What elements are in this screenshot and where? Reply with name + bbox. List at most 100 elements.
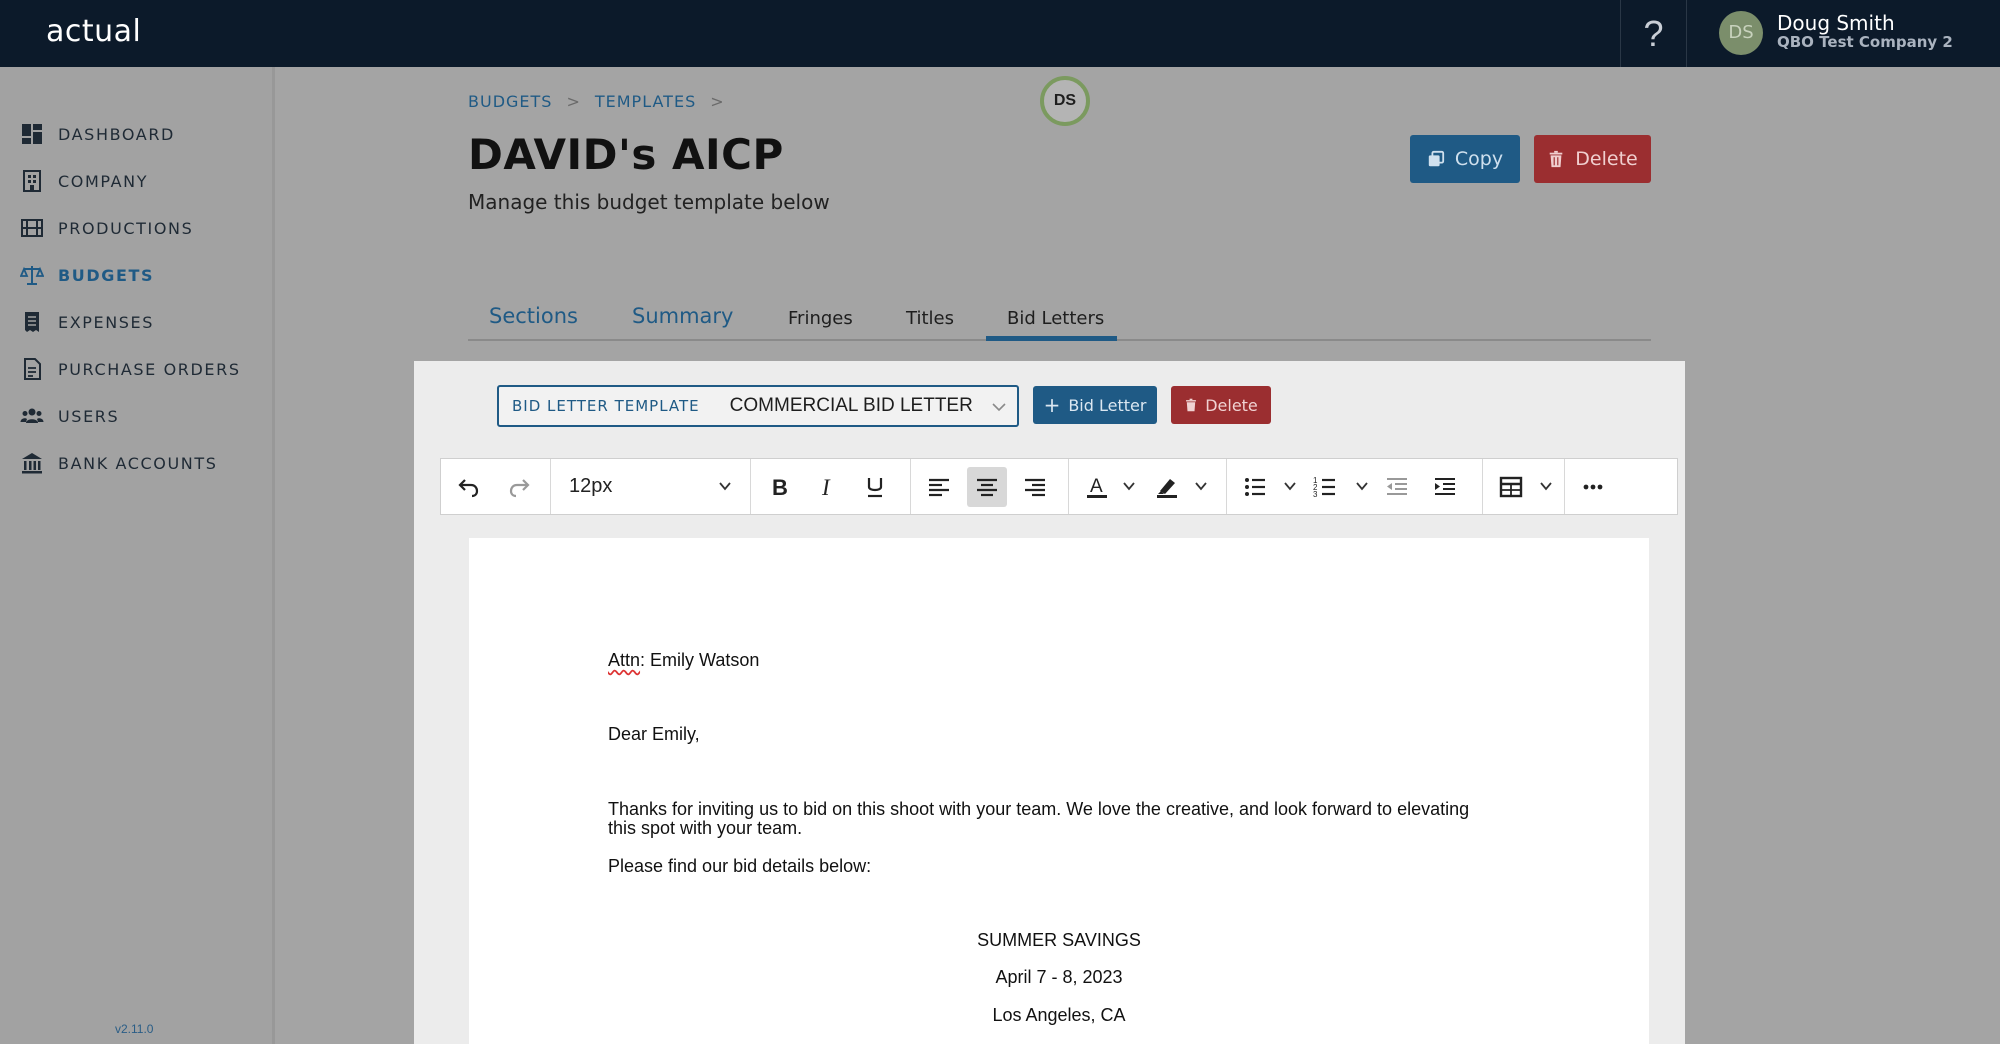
breadcrumb-separator: > [566, 92, 581, 111]
outdent-icon [1387, 478, 1407, 495]
copy-icon [1428, 150, 1444, 167]
breadcrumb-templates[interactable]: TEMPLATES [595, 92, 696, 111]
chevron-down-icon[interactable] [1355, 479, 1369, 493]
tab-sections[interactable]: Sections [489, 304, 578, 347]
sidebar-item-label: PRODUCTIONS [58, 218, 194, 238]
delete-bid-letter-label: Delete [1205, 395, 1258, 415]
underline-button[interactable] [855, 467, 895, 507]
sidebar-item-label: BUDGETS [58, 265, 155, 285]
app-version: v2.11.0 [115, 1022, 154, 1036]
delete-template-button[interactable]: Delete [1534, 135, 1651, 183]
tab-fringes[interactable]: Fringes [788, 308, 853, 351]
delete-button-label: Delete [1575, 148, 1638, 170]
indent-icon [1435, 478, 1455, 495]
page-title: DAVID's AICP [468, 130, 784, 179]
alignment-group [911, 459, 1069, 514]
more-options-button[interactable] [1573, 467, 1613, 507]
more-icon [1583, 484, 1603, 490]
align-center-button[interactable] [967, 467, 1007, 507]
insert-table-button[interactable] [1491, 467, 1531, 507]
text-color-icon: A [1087, 476, 1107, 498]
sidebar-item-productions[interactable]: PRODUCTIONS [20, 213, 193, 243]
underline-icon [867, 478, 883, 498]
text-color-button[interactable]: A [1077, 467, 1117, 507]
bid-letter-template-label: BID LETTER TEMPLATE [512, 397, 700, 415]
page-subtitle: Manage this budget template below [468, 190, 830, 214]
highlighter-icon [1157, 479, 1177, 498]
indent-button[interactable] [1425, 467, 1465, 507]
font-size-select[interactable]: 12px [569, 475, 612, 498]
list-group: 123 [1227, 459, 1483, 514]
align-right-button[interactable] [1015, 467, 1055, 507]
bid-letter-template-select[interactable]: BID LETTER TEMPLATE COMMERCIAL BID LETTE… [497, 385, 1019, 427]
sidebar-item-purchase-orders[interactable]: PURCHASE ORDERS [20, 354, 241, 384]
sidebar-item-users[interactable]: USERS [20, 401, 119, 431]
outdent-button[interactable] [1377, 467, 1417, 507]
users-icon [20, 408, 44, 423]
align-left-icon [929, 478, 949, 497]
sidebar-item-label: COMPANY [58, 171, 149, 191]
bullet-list-button[interactable] [1235, 467, 1275, 507]
project-location-line: Los Angeles, CA [992, 1005, 1126, 1025]
align-right-icon [1025, 478, 1045, 497]
tab-titles[interactable]: Titles [906, 308, 954, 351]
sidebar-item-budgets[interactable]: BUDGETS [20, 260, 154, 290]
greeting-line: Dear Emily, [608, 724, 700, 744]
highlight-color-button[interactable] [1147, 467, 1187, 507]
film-icon [21, 219, 43, 237]
user-name[interactable]: Doug Smith [1777, 11, 1895, 35]
add-bid-letter-button[interactable]: + Bid Letter [1033, 386, 1157, 424]
svg-text:B: B [772, 475, 788, 500]
trash-icon [1186, 398, 1197, 412]
editor-document[interactable]: Attn: Emily Watson Dear Emily, Thanks fo… [469, 538, 1649, 1044]
redo-button[interactable] [499, 467, 539, 507]
attn-name: : Emily Watson [640, 650, 760, 670]
table-group [1483, 459, 1565, 514]
chevron-down-icon[interactable] [1122, 479, 1136, 493]
chevron-down-icon[interactable] [1194, 479, 1208, 493]
breadcrumb: BUDGETS > TEMPLATES > [468, 92, 739, 111]
chevron-down-icon[interactable] [718, 479, 732, 493]
chevron-down-icon[interactable] [1539, 479, 1553, 493]
body-line-1a: Thanks for inviting us to bid on this sh… [608, 799, 1470, 819]
numbered-list-icon: 123 [1313, 476, 1335, 499]
sidebar-item-dashboard[interactable]: DASHBOARD [20, 119, 175, 149]
editor-toolbar: 12px B I A 1 2 3 [440, 458, 1678, 515]
app-logo[interactable]: actual [46, 14, 141, 49]
sidebar-item-expenses[interactable]: EXPENSES [20, 307, 154, 337]
align-center-icon [977, 478, 997, 497]
bullet-list-icon [1245, 478, 1265, 496]
bold-button[interactable]: B [759, 467, 799, 507]
align-left-button[interactable] [919, 467, 959, 507]
sidebar-item-bank-accounts[interactable]: BANK ACCOUNTS [20, 448, 217, 478]
copy-button[interactable]: Copy [1410, 135, 1520, 183]
tab-summary[interactable]: Summary [632, 304, 733, 347]
sidebar-item-company[interactable]: COMPANY [20, 166, 148, 196]
sidebar-item-label: EXPENSES [58, 312, 155, 332]
scale-icon [20, 266, 44, 285]
sidebar-item-label: USERS [58, 406, 120, 426]
delete-bid-letter-button[interactable]: Delete [1171, 386, 1271, 424]
building-icon [23, 170, 41, 192]
breadcrumb-budgets[interactable]: BUDGETS [468, 92, 552, 111]
chevron-down-icon[interactable] [1283, 479, 1297, 493]
copy-button-label: Copy [1454, 148, 1504, 170]
attn-line: Attn: Emily Watson [608, 650, 759, 670]
color-group: A [1069, 459, 1227, 514]
user-avatar[interactable]: DS [1719, 11, 1763, 55]
sidebar-item-label: PURCHASE ORDERS [58, 359, 241, 379]
table-icon [1499, 476, 1523, 498]
active-tab-indicator [986, 336, 1117, 341]
presence-avatar[interactable]: DS [1040, 76, 1090, 126]
help-button[interactable]: ? [1620, 0, 1687, 67]
bid-letter-template-value: COMMERCIAL BID LETTER [729, 395, 973, 416]
document-icon [24, 358, 41, 380]
undo-button[interactable] [449, 467, 489, 507]
sidebar-item-label: DASHBOARD [58, 124, 175, 144]
italic-button[interactable]: I [807, 467, 847, 507]
tab-bid-letters[interactable]: Bid Letters [1007, 308, 1104, 351]
tab-bar: Sections Summary Fringes Titles Bid Lett… [468, 298, 1651, 341]
redo-icon [509, 479, 530, 498]
user-company[interactable]: QBO Test Company 2 [1777, 33, 1953, 51]
numbered-list-button[interactable]: 123 [1305, 467, 1345, 507]
